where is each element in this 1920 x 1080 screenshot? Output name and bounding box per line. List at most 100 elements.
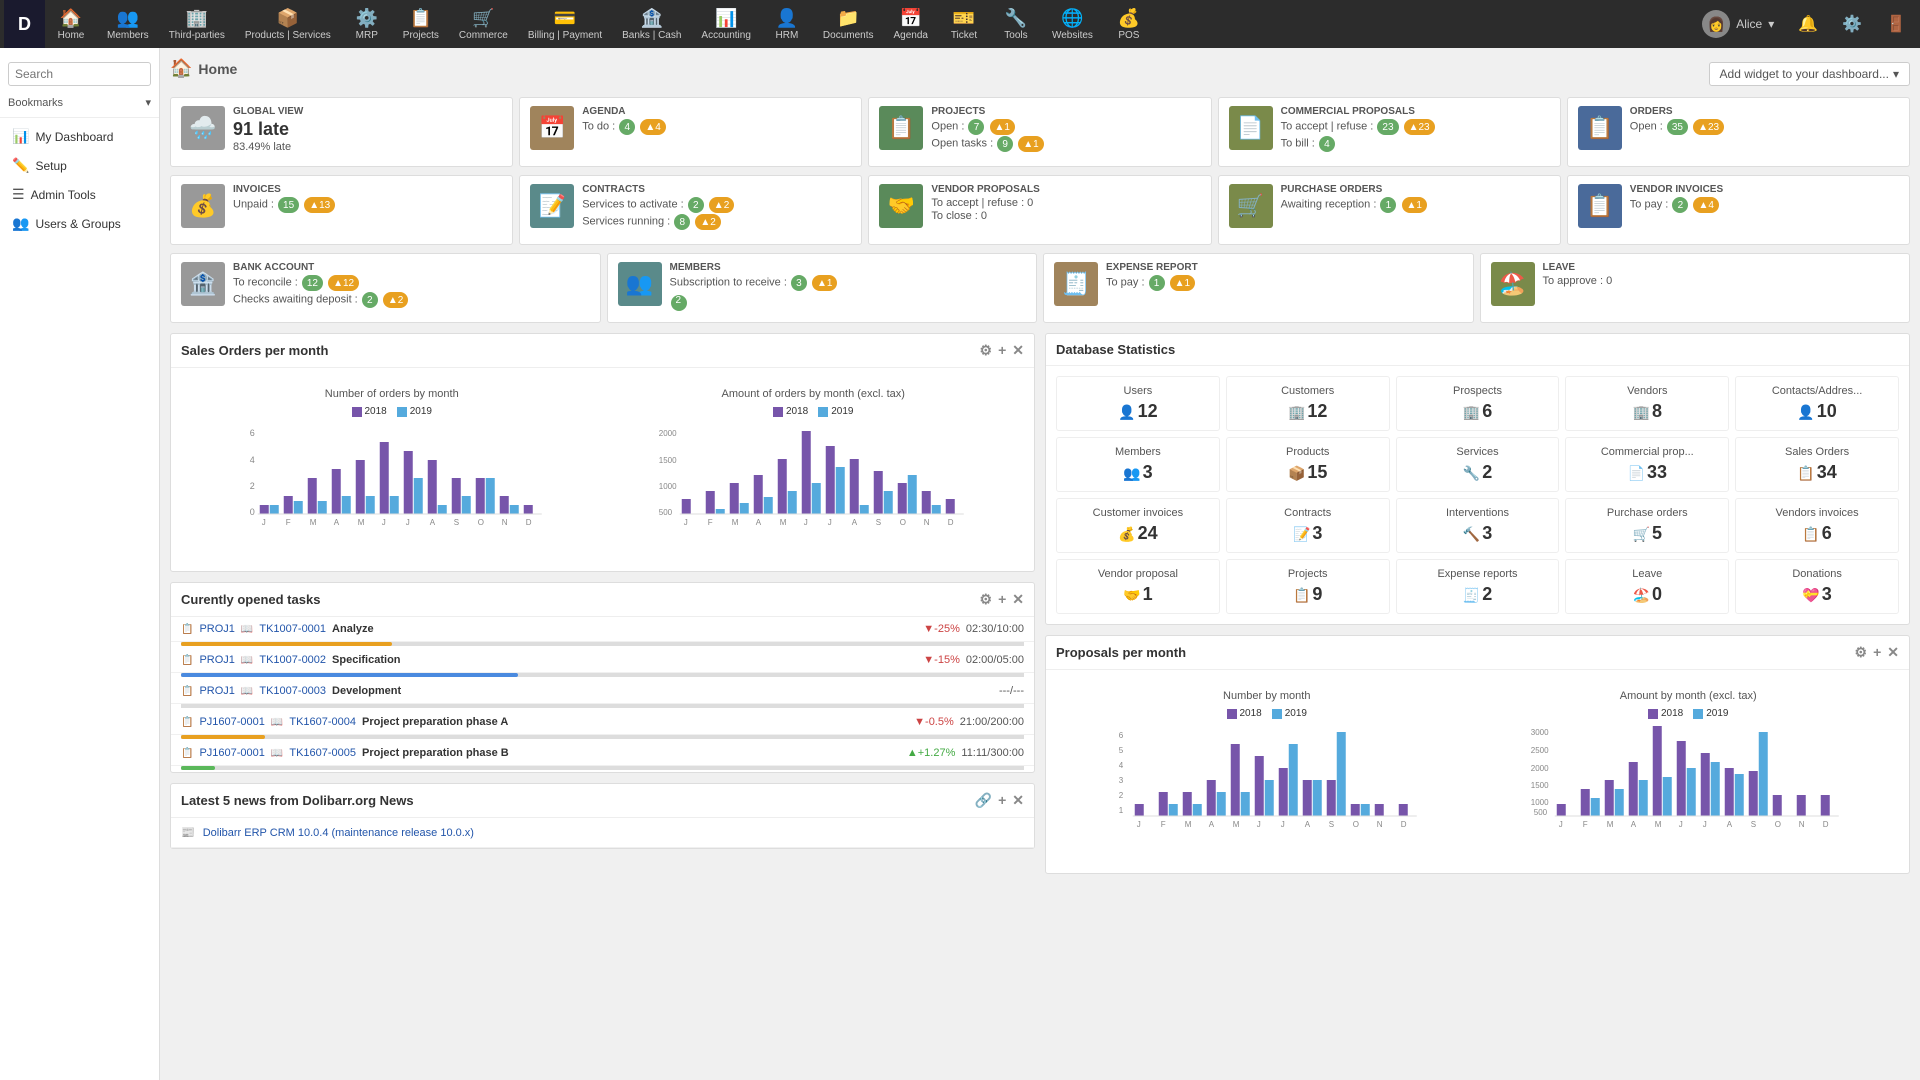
svg-text:J: J (1558, 820, 1562, 829)
stat-vendor-proposal[interactable]: Vendor proposal 🤝1 (1056, 559, 1220, 614)
notifications-icon[interactable]: 🔔 (1788, 0, 1828, 48)
card-projects[interactable]: 📋 PROJECTS Open : 7 ▲1 Open tasks : 9 ▲1 (868, 97, 1211, 167)
proposals-close-icon[interactable]: ✕ (1887, 644, 1899, 661)
stat-vendors[interactable]: Vendors 🏢8 (1565, 376, 1729, 431)
close-chart-icon[interactable]: ✕ (1012, 342, 1024, 359)
app-logo[interactable]: D (4, 0, 45, 48)
user-menu[interactable]: 👩 Alice ▾ (1692, 10, 1784, 38)
card-leave[interactable]: 🏖️ LEAVE To approve : 0 (1480, 253, 1911, 323)
proposals-add-icon[interactable]: + (1873, 644, 1881, 661)
task-project-2[interactable]: PROJ1 (199, 654, 234, 666)
nav-billing[interactable]: 💳 Billing | Payment (518, 0, 612, 48)
sidebar-item-dashboard[interactable]: 📊 My Dashboard (0, 122, 159, 151)
stat-products[interactable]: Products 📦15 (1226, 437, 1390, 492)
nav-home[interactable]: 🏠 Home (45, 0, 97, 48)
stat-contacts[interactable]: Contacts/Addres... 👤10 (1735, 376, 1899, 431)
bookmarks-section[interactable]: Bookmarks ▾ (0, 92, 159, 113)
nav-pos[interactable]: 💰 POS (1103, 0, 1155, 48)
sidebar-item-setup[interactable]: ✏️ Setup (0, 151, 159, 180)
purchase-orders-icon: 🛒 (1229, 184, 1273, 228)
card-agenda[interactable]: 📅 AGENDA To do : 4 ▲4 (519, 97, 862, 167)
nav-ticket[interactable]: 🎫 Ticket (938, 0, 990, 48)
stat-donations[interactable]: Donations 💝3 (1735, 559, 1899, 614)
task-project-1[interactable]: PROJ1 (199, 623, 234, 635)
news-link-icon[interactable]: 🔗 (975, 792, 992, 809)
stat-customer-invoices[interactable]: Customer invoices 💰24 (1056, 498, 1220, 553)
expense-report-title: EXPENSE REPORT (1106, 262, 1463, 273)
task-id-4[interactable]: TK1607-0004 (289, 716, 356, 728)
sidebar-setup-label: Setup (35, 159, 66, 173)
stat-projects[interactable]: Projects 📋9 (1226, 559, 1390, 614)
card-members[interactable]: 👥 MEMBERS Subscription to receive : 3 ▲1… (607, 253, 1038, 323)
nav-commerce[interactable]: 🛒 Commerce (449, 0, 518, 48)
logout-icon[interactable]: 🚪 (1876, 0, 1916, 48)
sales-number-svg: 6 4 2 0 (191, 421, 593, 551)
task-project-4[interactable]: PJ1607-0001 (199, 716, 264, 728)
proposals-filter-icon[interactable]: ⚙ (1855, 644, 1868, 661)
stat-members[interactable]: Members 👥3 (1056, 437, 1220, 492)
nav-mrp[interactable]: ⚙️ MRP (341, 0, 393, 48)
card-purchase-orders[interactable]: 🛒 PURCHASE ORDERS Awaiting reception : 1… (1218, 175, 1561, 245)
stat-vendor-invoices[interactable]: Vendors invoices 📋6 (1735, 498, 1899, 553)
sidebar-item-admin[interactable]: ☰ Admin Tools (0, 180, 159, 209)
stat-leave[interactable]: Leave 🏖️0 (1565, 559, 1729, 614)
news-add-icon[interactable]: + (998, 792, 1006, 809)
card-orders[interactable]: 📋 ORDERS Open : 35 ▲23 (1567, 97, 1910, 167)
news-text-1[interactable]: Dolibarr ERP CRM 10.0.4 (maintenance rel… (203, 827, 474, 839)
nav-projects[interactable]: 📋 Projects (393, 0, 449, 48)
card-vendor-proposals[interactable]: 🤝 VENDOR PROPOSALS To accept | refuse : … (868, 175, 1211, 245)
card-vendor-invoices[interactable]: 📋 VENDOR INVOICES To pay : 2 ▲4 (1567, 175, 1910, 245)
nav-tools[interactable]: 🔧 Tools (990, 0, 1042, 48)
right-panels: Database Statistics Users 👤12 Customers … (1045, 333, 1910, 874)
card-invoices[interactable]: 💰 INVOICES Unpaid : 15 ▲13 (170, 175, 513, 245)
card-expense-report[interactable]: 🧾 EXPENSE REPORT To pay : 1 ▲1 (1043, 253, 1474, 323)
nav-third-parties[interactable]: 🏢 Third-parties (159, 0, 235, 48)
search-input[interactable] (8, 62, 151, 86)
task-project-3[interactable]: PROJ1 (199, 685, 234, 697)
nav-documents[interactable]: 📁 Documents (813, 0, 884, 48)
stat-users[interactable]: Users 👤12 (1056, 376, 1220, 431)
task-id-1[interactable]: TK1007-0001 (259, 623, 326, 635)
svg-text:S: S (454, 518, 459, 527)
stat-sales-orders[interactable]: Sales Orders 📋34 (1735, 437, 1899, 492)
svg-text:M: M (1185, 820, 1192, 829)
filter-icon[interactable]: ⚙ (980, 342, 993, 359)
card-bank-account[interactable]: 🏦 BANK ACCOUNT To reconcile : 12 ▲12 Che… (170, 253, 601, 323)
stat-commercial-prop[interactable]: Commercial prop... 📄33 (1565, 437, 1729, 492)
add-widget-button[interactable]: Add widget to your dashboard... ▾ (1709, 62, 1910, 86)
tasks-add-icon[interactable]: + (998, 591, 1006, 608)
sidebar-item-users[interactable]: 👥 Users & Groups (0, 209, 159, 238)
nav-banks[interactable]: 🏦 Banks | Cash (612, 0, 691, 48)
stat-purchase-orders[interactable]: Purchase orders 🛒5 (1565, 498, 1729, 553)
stat-customers[interactable]: Customers 🏢12 (1226, 376, 1390, 431)
stat-services[interactable]: Services 🔧2 (1396, 437, 1560, 492)
task-id-3[interactable]: TK1007-0003 (259, 685, 326, 697)
nav-hrm[interactable]: 👤 HRM (761, 0, 813, 48)
bank-reconcile: To reconcile : 12 ▲12 (233, 275, 590, 291)
tasks-filter-icon[interactable]: ⚙ (980, 591, 993, 608)
svg-text:O: O (1353, 820, 1359, 829)
task-project-5[interactable]: PJ1607-0001 (199, 747, 264, 759)
orders-open: Open : 35 ▲23 (1630, 119, 1899, 135)
stat-contracts[interactable]: Contracts 📝3 (1226, 498, 1390, 553)
stat-interventions[interactable]: Interventions 🔨3 (1396, 498, 1560, 553)
stat-expense-reports[interactable]: Expense reports 🧾2 (1396, 559, 1560, 614)
nav-agenda[interactable]: 📅 Agenda (883, 0, 937, 48)
global-view-icon: 🌧️ (181, 106, 225, 150)
task-id-5[interactable]: TK1607-0005 (289, 747, 356, 759)
news-close-icon[interactable]: ✕ (1012, 792, 1024, 809)
card-commercial-proposals[interactable]: 📄 COMMERCIAL PROPOSALS To accept | refus… (1218, 97, 1561, 167)
banks-icon: 🏦 (641, 8, 663, 29)
stat-prospects[interactable]: Prospects 🏢6 (1396, 376, 1560, 431)
card-global-view[interactable]: 🌧️ GLOBAL VIEW 91 late 83.49% late (170, 97, 513, 167)
task-id-2[interactable]: TK1007-0002 (259, 654, 326, 666)
nav-members[interactable]: 👥 Members (97, 0, 159, 48)
svg-text:0: 0 (250, 507, 255, 517)
card-contracts[interactable]: 📝 CONTRACTS Services to activate : 2 ▲2 … (519, 175, 862, 245)
add-chart-icon[interactable]: + (998, 342, 1006, 359)
nav-websites[interactable]: 🌐 Websites (1042, 0, 1103, 48)
tasks-close-icon[interactable]: ✕ (1012, 591, 1024, 608)
nav-products[interactable]: 📦 Products | Services (235, 0, 341, 48)
nav-accounting[interactable]: 📊 Accounting (691, 0, 760, 48)
settings-icon[interactable]: ⚙️ (1832, 0, 1872, 48)
